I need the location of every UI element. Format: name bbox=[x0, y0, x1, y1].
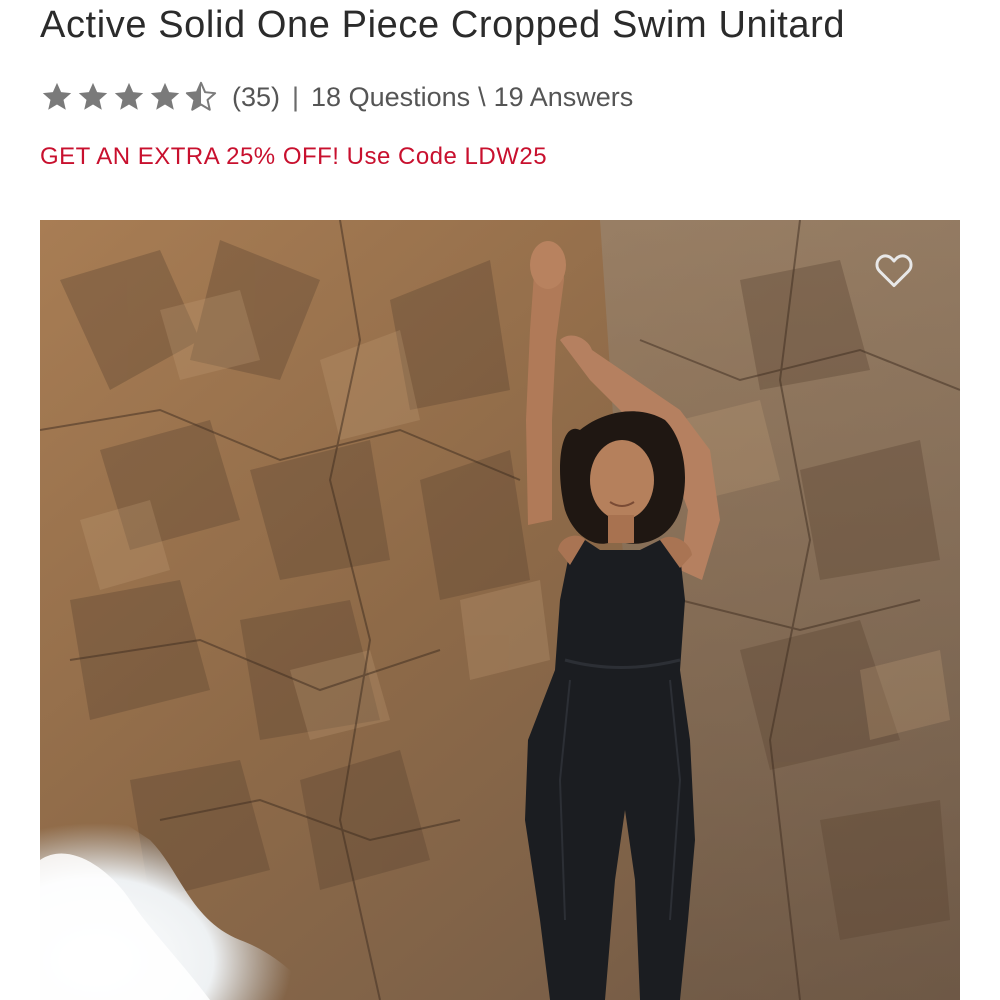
rating-row: (35) | 18 Questions \ 19 Answers bbox=[40, 74, 633, 120]
qa-divider: \ bbox=[478, 81, 486, 112]
half-star-icon bbox=[185, 81, 217, 111]
answers-link[interactable]: 19 Answers bbox=[494, 82, 634, 113]
star-icon bbox=[150, 82, 180, 110]
review-count[interactable]: (35) bbox=[232, 82, 280, 113]
promo-banner: GET AN EXTRA 25% OFF! Use Code LDW25 bbox=[40, 143, 548, 170]
divider: | bbox=[292, 81, 300, 112]
heart-outline-icon[interactable] bbox=[872, 248, 916, 292]
questions-link[interactable]: 18 Questions bbox=[311, 82, 470, 113]
product-page: Active Solid One Piece Cropped Swim Unit… bbox=[0, 0, 1000, 1000]
star-icon bbox=[78, 82, 108, 110]
star-icon bbox=[114, 82, 144, 110]
star-icon bbox=[42, 82, 72, 110]
star-rating[interactable] bbox=[40, 80, 218, 114]
product-title: Active Solid One Piece Cropped Swim Unit… bbox=[40, 4, 846, 46]
product-image[interactable] bbox=[40, 220, 960, 1000]
product-photo bbox=[40, 220, 960, 1000]
